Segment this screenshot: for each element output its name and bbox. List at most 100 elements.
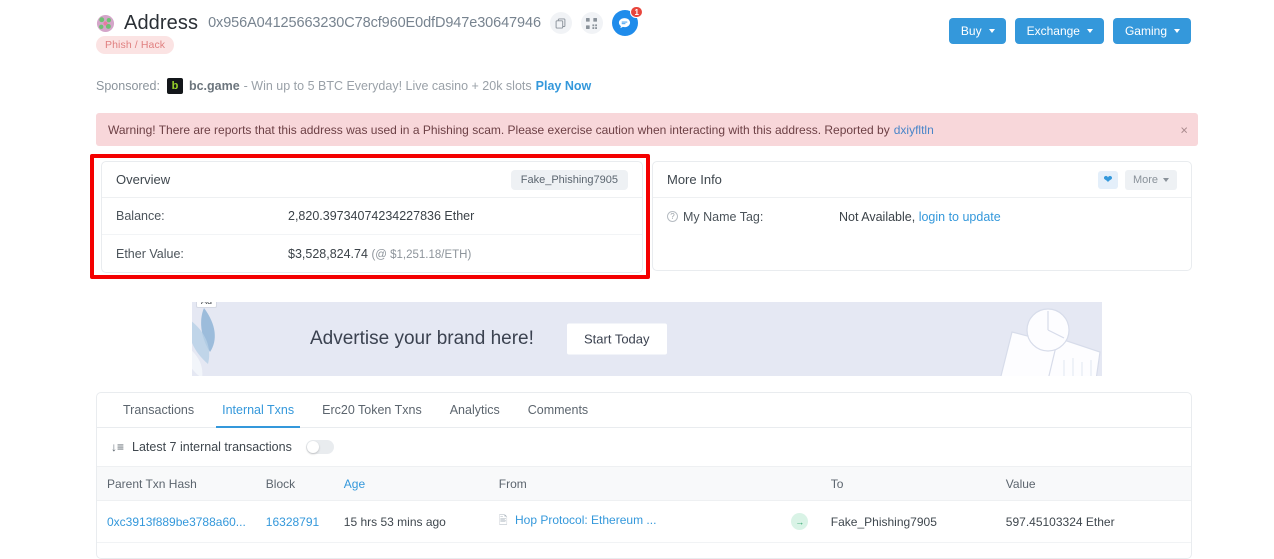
ad-label: Ad xyxy=(196,302,217,308)
gaming-button-label: Gaming xyxy=(1125,24,1167,38)
latest-transactions-label: Latest 7 internal transactions xyxy=(132,440,292,454)
column-parent-txn-hash[interactable]: Parent Txn Hash xyxy=(97,467,256,501)
transactions-card: Transactions Internal Txns Erc20 Token T… xyxy=(96,392,1192,559)
more-info-card-header: More Info ❤ More xyxy=(653,162,1191,198)
question-mark-icon: ? xyxy=(667,211,678,222)
overview-title: Overview xyxy=(116,172,170,187)
address-hash: 0x956A04125663230C78cf960E0dfD947e306479… xyxy=(208,15,541,31)
top-action-buttons: Buy Exchange Gaming xyxy=(949,18,1191,44)
more-dropdown-button[interactable]: More xyxy=(1125,170,1177,190)
more-dropdown-label: More xyxy=(1133,174,1158,186)
overview-card: Overview Fake_Phishing7905 Balance: 2,82… xyxy=(101,161,643,273)
ether-value-amount: $3,528,824.74 (@ $1,251.18/ETH) xyxy=(288,247,471,261)
chevron-down-icon xyxy=(989,29,995,33)
tab-erc20-label: Erc20 Token Txns xyxy=(322,403,422,417)
balance-value: 2,820.39734074234227836 Ether xyxy=(288,209,474,223)
etherscan-address-page: Address 0x956A04125663230C78cf960E0dfD94… xyxy=(0,0,1274,559)
cell-parent-txn-hash: 0xc3913f889be3788a60... xyxy=(97,501,256,543)
ether-value-label: Ether Value: xyxy=(116,247,288,261)
contract-file-icon: 🖹 xyxy=(499,515,508,527)
my-name-tag-value: Not Available, login to update xyxy=(839,210,1001,224)
qr-code-icon[interactable] xyxy=(581,12,603,34)
tab-transactions-label: Transactions xyxy=(123,403,194,417)
heart-icon[interactable]: ❤ xyxy=(1098,171,1118,189)
sponsored-banner: Sponsored: b bc.game - Win up to 5 BTC E… xyxy=(96,78,591,94)
my-name-tag-label: ? My Name Tag: xyxy=(667,210,839,224)
column-to[interactable]: To xyxy=(821,467,996,501)
tab-comments[interactable]: Comments xyxy=(514,393,602,427)
chevron-down-icon xyxy=(1174,29,1180,33)
more-info-title: More Info xyxy=(667,172,722,187)
address-name-tag-badge[interactable]: Fake_Phishing7905 xyxy=(511,170,628,190)
view-toggle-switch[interactable] xyxy=(306,440,334,454)
phishing-warning-banner: Warning! There are reports that this add… xyxy=(96,113,1198,146)
sponsored-cta-link[interactable]: Play Now xyxy=(536,79,592,93)
column-block[interactable]: Block xyxy=(256,467,334,501)
more-info-actions: ❤ More xyxy=(1098,170,1177,190)
buy-button-label: Buy xyxy=(961,24,982,38)
cell-to: Fake_Phishing7905 xyxy=(821,501,996,543)
tab-transactions[interactable]: Transactions xyxy=(109,393,208,427)
my-name-tag-status: Not Available, xyxy=(839,210,915,224)
tab-comments-label: Comments xyxy=(528,403,588,417)
ether-price-rate: (@ $1,251.18/ETH) xyxy=(371,249,471,261)
chevron-down-icon xyxy=(1087,29,1093,33)
start-today-button[interactable]: Start Today xyxy=(567,324,667,355)
parent-txn-hash-link[interactable]: 0xc3913f889be3788a60... xyxy=(107,515,246,529)
sponsored-text: - Win up to 5 BTC Everyday! Live casino … xyxy=(244,79,532,93)
tab-erc20-token-txns[interactable]: Erc20 Token Txns xyxy=(308,393,436,427)
warning-reporter-link[interactable]: dxiyfltln xyxy=(894,123,934,137)
cell-value: 597.45103324 Ether xyxy=(996,501,1191,543)
ether-value-row: Ether Value: $3,528,824.74 (@ $1,251.18/… xyxy=(102,235,642,272)
ad-documents-decoration xyxy=(852,308,1102,376)
ethereum-address-icon xyxy=(96,14,115,33)
latest-transactions-row: ↓≡ Latest 7 internal transactions xyxy=(97,428,1191,466)
phish-hack-tag[interactable]: Phish / Hack xyxy=(96,36,174,54)
internal-transactions-table: Parent Txn Hash Block Age From To Value … xyxy=(97,466,1191,543)
warning-text: Warning! There are reports that this add… xyxy=(108,123,890,137)
close-icon[interactable]: × xyxy=(1180,123,1188,136)
cell-direction: → xyxy=(779,501,821,543)
advertisement-banner[interactable]: Ad Advertise your brand here! Start Toda… xyxy=(192,302,1102,376)
column-direction xyxy=(779,467,821,501)
transaction-tabs: Transactions Internal Txns Erc20 Token T… xyxy=(97,393,1191,428)
ad-headline: Advertise your brand here! xyxy=(310,328,534,350)
gaming-button[interactable]: Gaming xyxy=(1113,18,1191,44)
exchange-button[interactable]: Exchange xyxy=(1015,18,1104,44)
tab-internal-txns-label: Internal Txns xyxy=(222,403,294,417)
balance-label: Balance: xyxy=(116,209,288,223)
from-address-link[interactable]: Hop Protocol: Ethereum ... xyxy=(515,513,656,527)
buy-button[interactable]: Buy xyxy=(949,18,1006,44)
tab-analytics-label: Analytics xyxy=(450,403,500,417)
cell-block: 16328791 xyxy=(256,501,334,543)
exchange-button-label: Exchange xyxy=(1027,24,1080,38)
arrow-right-icon: → xyxy=(791,513,808,530)
cell-from: 🖹 Hop Protocol: Ethereum ... xyxy=(489,501,779,543)
column-age[interactable]: Age xyxy=(334,467,489,501)
chat-button-wrapper: 1 xyxy=(612,10,638,36)
tab-internal-txns[interactable]: Internal Txns xyxy=(208,393,308,427)
balance-row: Balance: 2,820.39734074234227836 Ether xyxy=(102,198,642,235)
my-name-tag-label-text: My Name Tag: xyxy=(683,210,763,224)
login-to-update-link[interactable]: login to update xyxy=(919,210,1001,224)
my-name-tag-row: ? My Name Tag: Not Available, login to u… xyxy=(653,198,1191,235)
sponsored-label: Sponsored: xyxy=(96,79,160,93)
sort-descending-icon[interactable]: ↓≡ xyxy=(111,440,124,454)
column-value[interactable]: Value xyxy=(996,467,1191,501)
chat-badge-count: 1 xyxy=(630,6,642,18)
cell-age: 15 hrs 53 mins ago xyxy=(334,501,489,543)
ad-leaf-decoration xyxy=(192,306,270,376)
page-title: Address xyxy=(124,12,198,35)
more-info-card: More Info ❤ More ? My Name Tag: Not Avai… xyxy=(652,161,1192,271)
overview-card-header: Overview Fake_Phishing7905 xyxy=(102,162,642,198)
copy-icon[interactable] xyxy=(550,12,572,34)
sponsored-brand[interactable]: bc.game xyxy=(189,79,240,93)
bcgame-logo-icon: b xyxy=(167,78,183,94)
block-link[interactable]: 16328791 xyxy=(266,515,319,529)
table-header-row: Parent Txn Hash Block Age From To Value xyxy=(97,467,1191,501)
table-row: 0xc3913f889be3788a60... 16328791 15 hrs … xyxy=(97,501,1191,543)
column-from[interactable]: From xyxy=(489,467,779,501)
chevron-down-icon xyxy=(1163,178,1169,182)
tab-analytics[interactable]: Analytics xyxy=(436,393,514,427)
ether-value-usd: $3,528,824.74 xyxy=(288,247,368,261)
